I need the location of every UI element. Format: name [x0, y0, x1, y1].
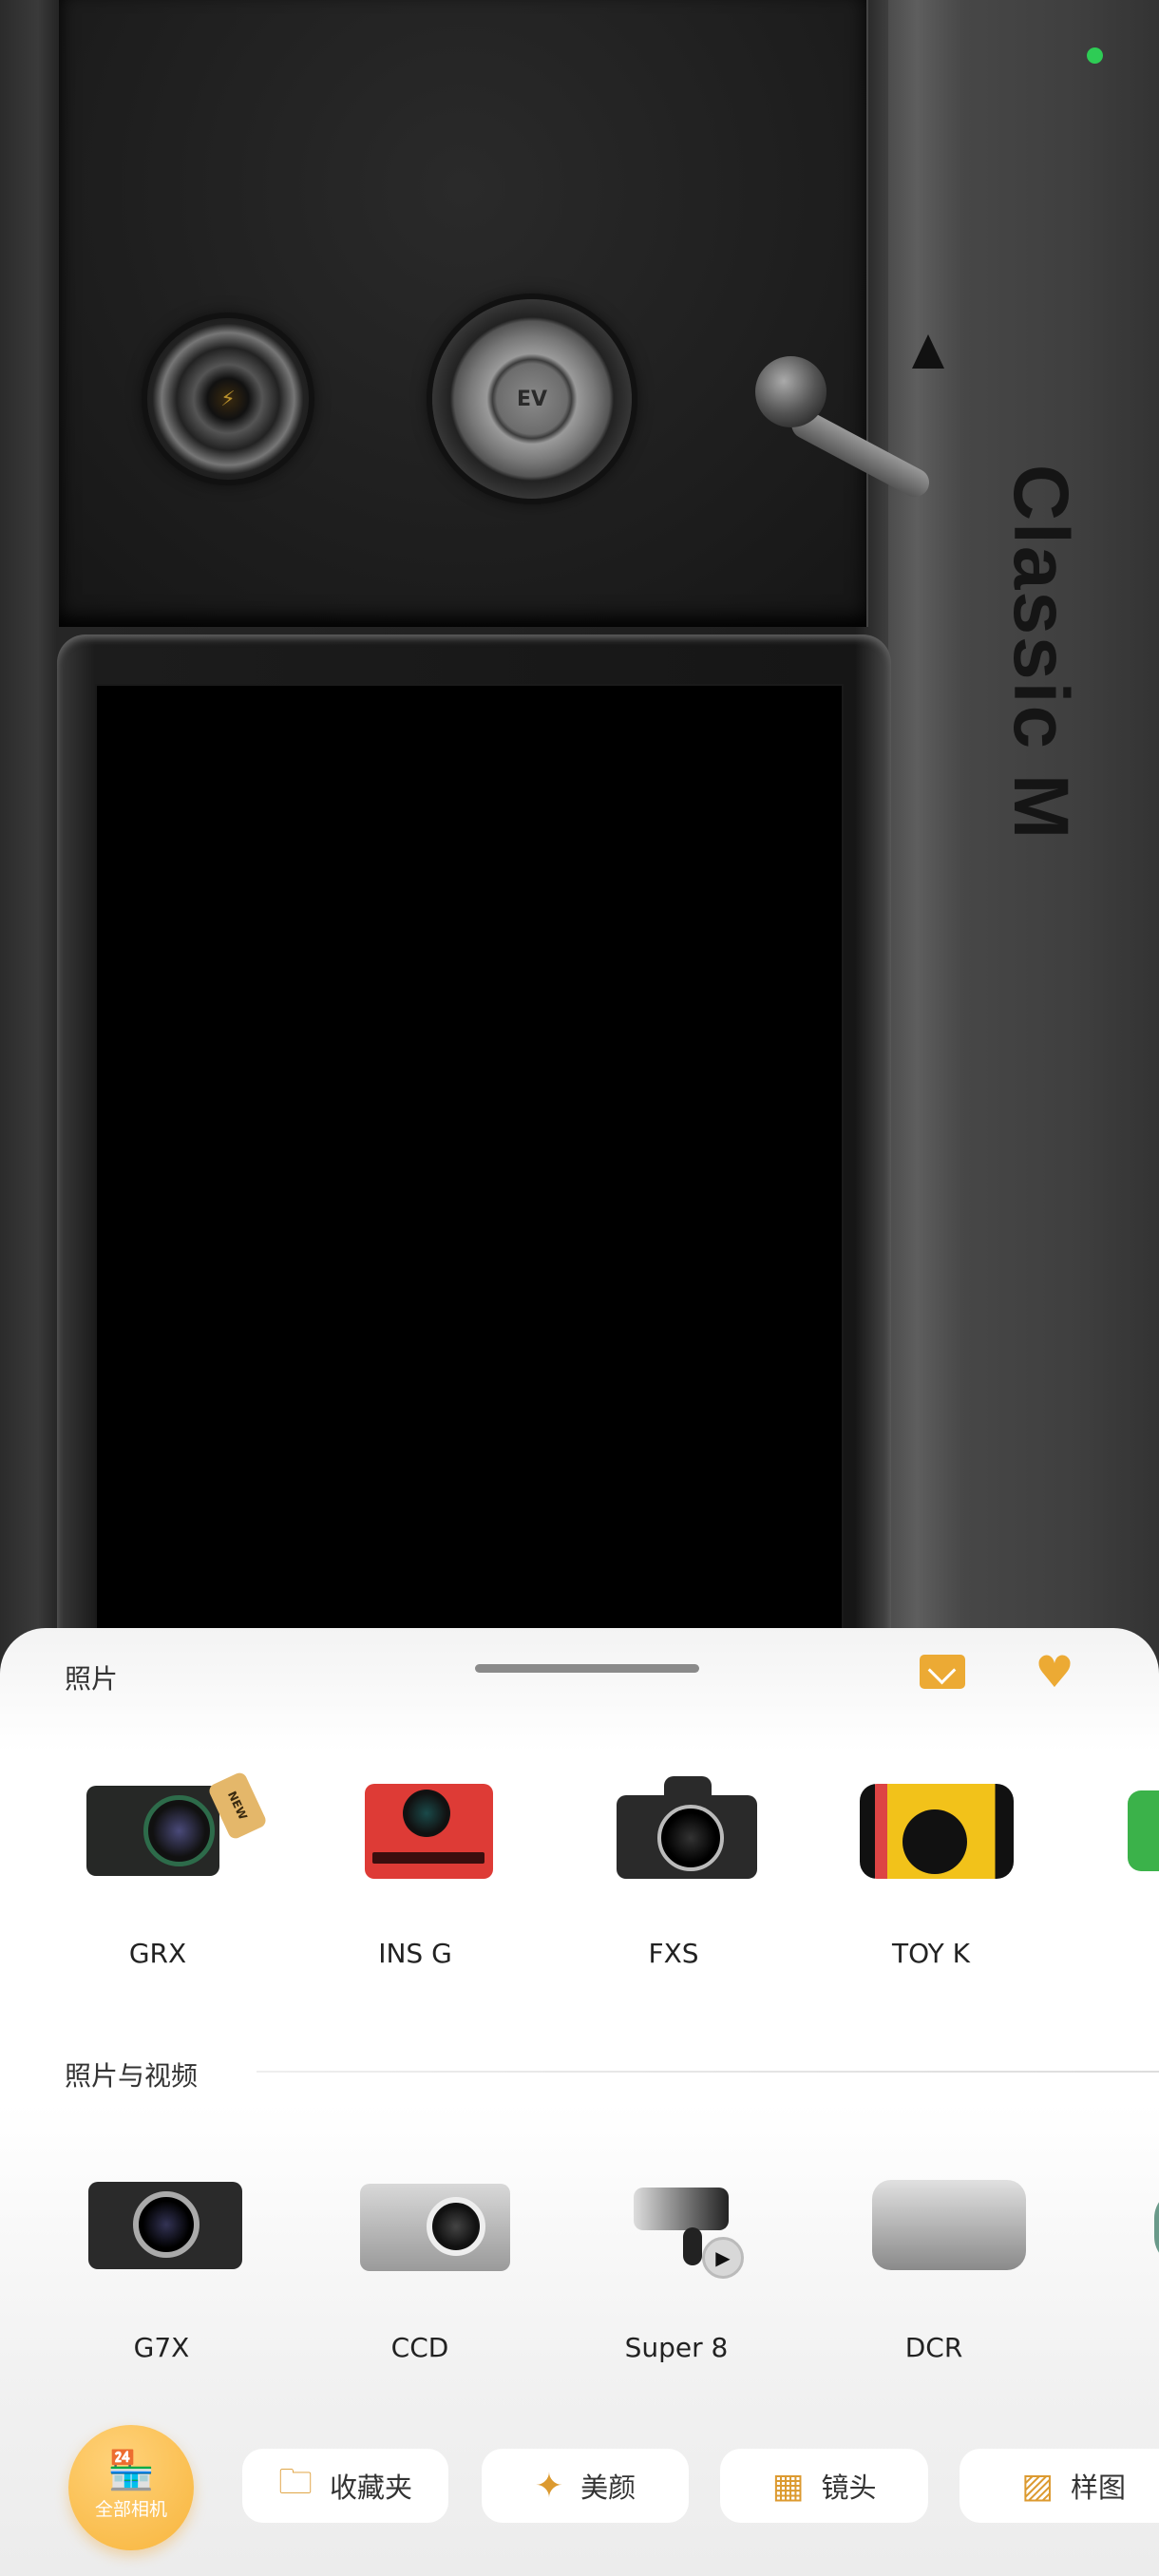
heart-icon[interactable]: ♥	[1034, 1650, 1075, 1694]
button-label: 样图	[1071, 2472, 1127, 2504]
camera-item-ccd[interactable]: CCD	[325, 2170, 515, 2363]
button-label: 镜头	[821, 2472, 877, 2504]
ev-dial[interactable]: EV	[432, 299, 632, 499]
store-icon: 🏪	[107, 2449, 155, 2492]
camera-item-super-8[interactable]: ▶ Super 8	[581, 2170, 771, 2363]
favorites-button[interactable]: 🗀 收藏夹	[242, 2449, 448, 2523]
camera-image: ▶	[596, 2170, 757, 2279]
beauty-button[interactable]: ✦ 美颜	[482, 2449, 689, 2523]
lens-button[interactable]: ▦ 镜头	[720, 2449, 928, 2523]
triangle-icon	[912, 334, 944, 369]
camera-label: TOY K	[892, 1938, 970, 1969]
camera-image	[1109, 1776, 1159, 1881]
camera-image	[853, 2170, 1026, 2275]
status-dot	[1087, 47, 1103, 64]
film-icon: ▦	[771, 2466, 805, 2506]
drag-handle[interactable]	[475, 1664, 699, 1673]
play-icon: ▶	[702, 2237, 744, 2279]
button-label: 美颜	[580, 2472, 636, 2504]
folder-icon: 🗀	[277, 2462, 313, 2502]
camera-label: FXS	[648, 1938, 699, 1969]
flash-knob[interactable]: ⚡	[147, 318, 309, 480]
camera-image: NEW	[77, 1771, 269, 1881]
section-title-photo: 照片	[65, 1663, 119, 1695]
camera-item-ins-g[interactable]: INS G	[320, 1776, 510, 1969]
divider	[256, 2071, 1159, 2073]
camera-item-g7x[interactable]: G7X	[66, 2170, 256, 2363]
camera-image	[593, 1776, 757, 1881]
camera-image	[334, 1776, 496, 1881]
all-cameras-button[interactable]: 🏪 全部相机	[68, 2425, 194, 2550]
button-label: 收藏夹	[330, 2472, 413, 2504]
section-title-video: 照片与视频	[65, 2060, 199, 2092]
camera-item-partial[interactable]	[1130, 2170, 1159, 2275]
viewfinder-preview[interactable]	[95, 684, 844, 1681]
model-name: Classic M	[998, 464, 1084, 842]
camera-label: GRX	[128, 1938, 187, 1969]
camera-item-grx[interactable]: NEW GRX	[63, 1771, 269, 1969]
all-cameras-label: 全部相机	[94, 2499, 167, 2520]
camera-image	[850, 1776, 1014, 1881]
camera-label: T	[1094, 1938, 1159, 1969]
lever-base	[755, 356, 826, 427]
camera-item-partial[interactable]: T	[1094, 1776, 1159, 1969]
mail-icon[interactable]	[920, 1655, 965, 1689]
camera-label: INS G	[378, 1938, 452, 1969]
ev-label: EV	[516, 387, 548, 411]
camera-item-dcr[interactable]: DCR	[839, 2170, 1029, 2363]
magic-wand-icon: ✦	[534, 2466, 564, 2506]
camera-label: Super 8	[624, 2332, 729, 2363]
camera-label: G7X	[133, 2332, 190, 2363]
camera-label: CCD	[390, 2332, 449, 2363]
camera-picker-sheet: 照片 ♥ NEW GRX INS G FXS TOY K T 照片与视频 G7X	[0, 1628, 1159, 2576]
samples-button[interactable]: ▨ 样图	[960, 2449, 1159, 2523]
camera-item-fxs[interactable]: FXS	[579, 1776, 769, 1969]
image-icon: ▨	[1020, 2466, 1054, 2506]
flash-icon: ⚡	[220, 387, 236, 411]
camera-item-toy-k[interactable]: TOY K	[836, 1776, 1026, 1969]
camera-image	[339, 2170, 510, 2275]
camera-image	[81, 2170, 242, 2275]
camera-label: DCR	[904, 2332, 963, 2363]
camera-image	[1145, 2170, 1159, 2275]
